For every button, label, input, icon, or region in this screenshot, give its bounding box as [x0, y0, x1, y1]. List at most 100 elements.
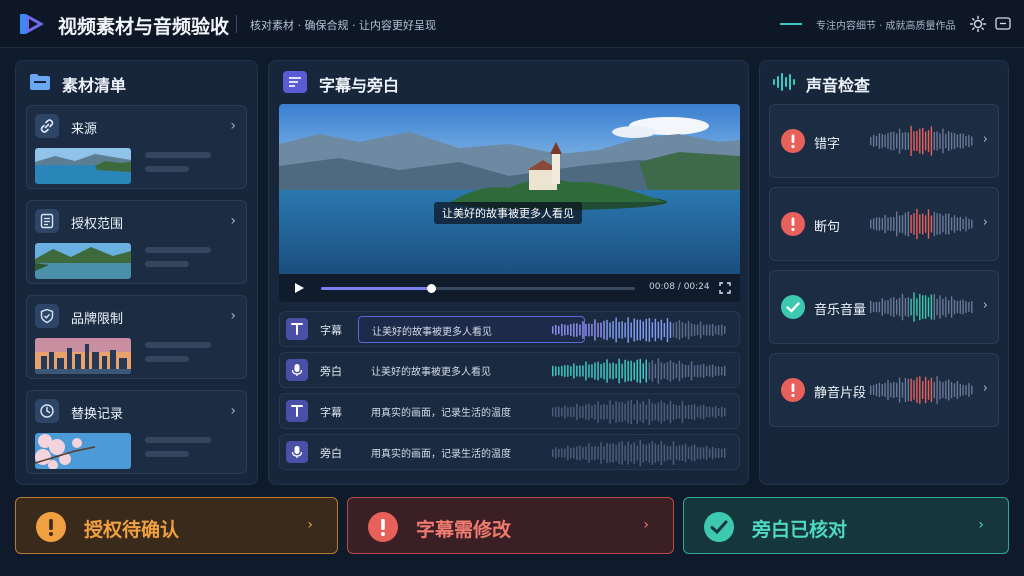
panel-title: 素材清单 — [62, 76, 127, 95]
row-text: 让美好的故事被更多人看见 — [371, 367, 491, 378]
narration-row[interactable]: 旁白 让美好的故事被更多人看见 — [279, 352, 740, 388]
cherry-blossom-thumbnail — [35, 433, 131, 469]
chevron-right-icon[interactable]: › — [983, 215, 988, 230]
narration-verified-bar[interactable]: 旁白已核对 › — [683, 497, 1009, 554]
row-type: 字幕 — [320, 406, 342, 419]
slogan: 专注内容细节 · 成就高质量作品 — [816, 21, 956, 32]
sun-icon[interactable] — [969, 15, 987, 33]
video-caption: 让美好的故事被更多人看见 — [434, 202, 582, 224]
warning-icon — [36, 512, 66, 542]
license-pending-bar[interactable]: 授权待确认 › — [15, 497, 338, 554]
audio-waveform — [870, 292, 973, 322]
card-label: 品牌限制 — [71, 312, 124, 327]
video-frame[interactable] — [279, 104, 740, 274]
chevron-right-icon[interactable]: › — [978, 517, 984, 533]
subtitle-row[interactable]: 字幕 用真实的画面，记录生活的温度 — [279, 393, 740, 429]
check-label: 错字 — [814, 137, 841, 152]
audio-waveform — [552, 358, 726, 384]
progress-fill — [321, 287, 431, 290]
chevron-right-icon[interactable]: › — [983, 298, 988, 313]
mic-icon — [291, 446, 303, 458]
card-label: 替换记录 — [71, 407, 124, 422]
clock-icon-box — [35, 399, 59, 423]
chevron-right-icon[interactable]: › — [307, 517, 313, 533]
license-scope-card[interactable]: 授权范围 › — [26, 200, 247, 284]
check-item-typo[interactable]: 错字 › — [769, 104, 999, 178]
accent-line — [780, 23, 802, 25]
card-label: 授权范围 — [71, 217, 124, 232]
audio-waveform — [870, 125, 973, 157]
document-icon — [40, 213, 54, 229]
video-controls: 00:08 / 00:24 — [279, 274, 740, 302]
error-icon — [781, 212, 805, 236]
audio-waveform — [870, 376, 973, 404]
check-item-music-volume[interactable]: 音乐音量 › — [769, 270, 999, 344]
chevron-right-icon[interactable]: › — [983, 132, 988, 147]
row-text: 用真实的画面，记录生活的温度 — [371, 449, 511, 460]
row-type: 旁白 — [320, 447, 342, 460]
play-logo-icon — [20, 14, 44, 34]
error-icon — [368, 512, 398, 542]
chevron-right-icon[interactable]: › — [643, 517, 649, 533]
list-icon — [283, 71, 307, 93]
sound-check-panel: 声音检查 错字 › 断句 › 音乐音量 › 静音片段 › — [759, 60, 1009, 485]
replacement-record-card[interactable]: 替换记录 › — [26, 390, 247, 474]
panel-title: 字幕与旁白 — [319, 76, 400, 95]
chevron-right-icon[interactable]: › — [983, 381, 988, 396]
shield-icon-box — [35, 304, 59, 328]
text-t-icon — [291, 323, 303, 335]
placeholder-line — [145, 247, 211, 253]
play-icon[interactable] — [293, 282, 305, 294]
row-icon-box — [286, 318, 308, 340]
top-bar: 视频素材与音频验收 核对素材 · 确保合规 · 让内容更好呈现 专注内容细节 ·… — [0, 0, 1024, 48]
check-label: 静音片段 — [814, 386, 867, 401]
row-icon-box — [286, 441, 308, 463]
mic-icon — [291, 364, 303, 376]
bar-label: 字幕需修改 — [416, 519, 512, 541]
shield-icon — [40, 308, 54, 324]
audio-waveform — [552, 317, 726, 343]
city-skyline-thumbnail — [35, 338, 131, 374]
subtitle-revise-bar[interactable]: 字幕需修改 › — [347, 497, 674, 554]
source-card[interactable]: 来源 › — [26, 105, 247, 189]
lake-thumbnail — [35, 148, 131, 184]
bar-label: 旁白已核对 — [752, 519, 848, 541]
audio-waveform — [552, 398, 726, 426]
placeholder-line — [145, 166, 189, 172]
check-item-silence[interactable]: 静音片段 › — [769, 353, 999, 427]
fullscreen-icon[interactable] — [719, 282, 731, 294]
error-icon — [781, 378, 805, 402]
folder-icon — [30, 74, 50, 90]
check-label: 断句 — [814, 220, 841, 235]
soundwave-icon — [773, 73, 795, 91]
text-t-icon — [291, 405, 303, 417]
link-icon — [40, 119, 54, 133]
brand-restriction-card[interactable]: 品牌限制 › — [26, 295, 247, 379]
row-icon-box — [286, 359, 308, 381]
narration-row[interactable]: 旁白 用真实的画面，记录生活的温度 — [279, 434, 740, 470]
app-title: 视频素材与音频验收 — [58, 16, 230, 38]
row-type: 旁白 — [320, 365, 342, 378]
placeholder-line — [145, 356, 189, 362]
link-icon-box — [35, 114, 59, 138]
progress-track[interactable] — [321, 284, 635, 293]
chevron-right-icon[interactable]: › — [230, 403, 236, 419]
card-label: 来源 — [71, 122, 98, 137]
document-icon-box — [35, 209, 59, 233]
check-item-sentence-break[interactable]: 断句 › — [769, 187, 999, 261]
check-label: 音乐音量 — [814, 303, 867, 318]
check-icon — [781, 295, 805, 319]
placeholder-line — [145, 342, 211, 348]
time-display: 00:08 / 00:24 — [649, 282, 710, 292]
chevron-right-icon[interactable]: › — [230, 118, 236, 134]
progress-handle[interactable] — [426, 284, 436, 293]
material-list-panel: 素材清单 来源 › 授权范围 › 品牌限制 › 替换记录 › — [15, 60, 258, 485]
row-type: 字幕 — [320, 324, 342, 337]
chevron-right-icon[interactable]: › — [230, 308, 236, 324]
tagline: 核对素材 · 确保合规 · 让内容更好呈现 — [250, 19, 436, 32]
clock-icon — [40, 404, 54, 418]
screen-icon[interactable] — [994, 15, 1012, 33]
chevron-right-icon[interactable]: › — [230, 213, 236, 229]
row-text[interactable]: 让美好的故事被更多人看见 — [358, 316, 585, 343]
subtitle-row[interactable]: 字幕 让美好的故事被更多人看见 — [279, 311, 740, 347]
